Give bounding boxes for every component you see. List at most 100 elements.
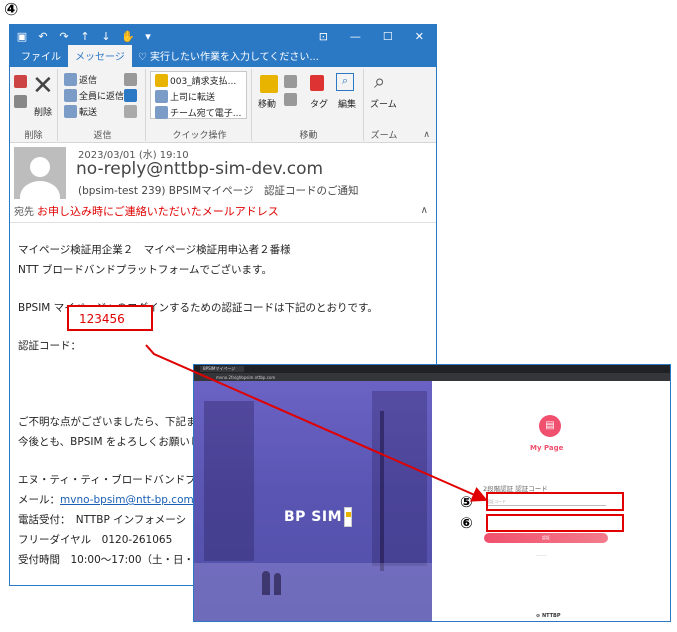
redo-icon[interactable]: ↷: [58, 30, 70, 43]
respond-group: 返信 全員に返信 転送 返信: [60, 69, 146, 141]
junk-icon[interactable]: [14, 95, 27, 108]
to-value: お申し込み時にご連絡いただいたメールアドレス: [37, 205, 279, 218]
down-arrow-icon[interactable]: ↓: [100, 30, 112, 43]
edit-search-icon[interactable]: ⌕: [336, 73, 354, 91]
building-left: [204, 401, 254, 561]
body-line-company-name: エヌ・ティ・ティ・ブロードバンドプ: [18, 474, 196, 486]
zoom-group-label: ズーム: [370, 131, 398, 141]
body-line-regards: 今後とも、BPSIM をよろしくお願いし: [18, 436, 201, 448]
maximize-icon[interactable]: ☐: [383, 30, 393, 43]
reply-all-label: 全員に返信: [79, 92, 125, 102]
reply-label: 返信: [79, 76, 98, 86]
nttbp-logo-text: NTTBP: [541, 613, 561, 619]
mypage-title: My Page: [530, 444, 564, 452]
person-silhouette: [262, 571, 270, 595]
auth-button-highlight: [486, 514, 624, 532]
delete-group: ✕ 削除 削除: [10, 69, 58, 141]
street-lamp: [380, 411, 384, 571]
message-subject: (bpsim-test 239) BPSIMマイページ 認証コードのご通知: [78, 185, 359, 197]
forward-button[interactable]: 転送: [64, 105, 97, 118]
browser-tab[interactable]: BPSIMマイページ: [200, 366, 244, 372]
onenote-icon[interactable]: [284, 93, 297, 106]
tags-flag-icon[interactable]: [310, 75, 324, 91]
marker-six: ⑥: [460, 514, 473, 532]
teams-icon[interactable]: [124, 89, 137, 102]
respond-group-label: 返信: [93, 131, 112, 141]
auth-button[interactable]: 認証: [484, 533, 608, 543]
forward-icon: [64, 105, 77, 118]
message-header: 2023/03/01 (水) 19:10 no-reply@nttbp-sim-…: [10, 143, 436, 223]
ignore-icon[interactable]: [14, 75, 27, 88]
move-group-label: 移動: [299, 131, 318, 141]
body-line-phone: 電話受付： NTTBP インフォメーシ: [18, 514, 187, 526]
ribbon-display-icon[interactable]: ⊡: [319, 30, 328, 43]
customize-qat-icon[interactable]: ▾: [142, 30, 154, 43]
person-silhouette: [274, 573, 281, 595]
mail-link[interactable]: mvno-bpsim@ntt-bp.com: [60, 494, 194, 506]
move-group: 移動 タグ ⌕ 編集 移動: [254, 69, 364, 141]
body-line-inquiry: ご不明な点がございましたら、下記ま: [18, 416, 197, 428]
body-line-hours: 受付時間 10:00～17:00（土・日・祝: [18, 554, 205, 566]
address-bar[interactable]: mvno.2fa/ghbpsim.nttbp.com: [194, 373, 670, 381]
tags-button[interactable]: タグ: [310, 97, 328, 110]
chevron-up-icon[interactable]: ∧: [421, 205, 428, 216]
body-line-company: NTT ブロードバンドプラットフォームでございます。: [18, 264, 272, 276]
body-line-greeting: マイページ検証用企業２ マイページ検証用申込者２番様: [18, 244, 291, 256]
reply-all-button[interactable]: 全員に返信: [64, 89, 124, 102]
step-marker: ④: [4, 0, 19, 20]
auth-code-highlight: 123456: [67, 305, 153, 331]
touch-mode-icon[interactable]: ✋: [121, 30, 135, 43]
hero-image: BP SIM: [194, 381, 432, 621]
marker-five: ⑤: [460, 493, 473, 511]
reply-icon: [64, 73, 77, 86]
sim-card-icon: [344, 507, 353, 527]
delete-group-label: 削除: [24, 131, 43, 141]
zoom-group: ⌕ ズーム ズーム: [366, 69, 402, 141]
tell-me-text: 実行したい作業を入力してください...: [149, 52, 319, 63]
move-button[interactable]: 移動: [258, 97, 276, 110]
bpsim-logo: BP SIM: [284, 507, 353, 527]
save-icon[interactable]: ▣: [16, 30, 28, 43]
street: [194, 563, 432, 621]
mail-label: メール：: [18, 494, 60, 506]
tab-file[interactable]: ファイル: [14, 45, 68, 67]
tab-message[interactable]: メッセージ: [68, 45, 132, 67]
code-input-highlight: [486, 492, 624, 511]
up-arrow-icon[interactable]: ↑: [79, 30, 91, 43]
reply-button[interactable]: 返信: [64, 73, 97, 86]
delete-icon[interactable]: ✕: [32, 71, 54, 101]
meeting-icon[interactable]: [124, 73, 137, 86]
title-bar: ▣ ↶ ↷ ↑ ↓ ✋ ▾ ⊡ — ☐ ✕: [10, 25, 436, 47]
nttbp-logo: ⊙ NTTBP: [536, 613, 561, 619]
reply-all-icon: [64, 89, 77, 102]
resend-link[interactable]: ———: [536, 553, 547, 557]
document-icon: ▤: [539, 415, 561, 437]
undo-icon[interactable]: ↶: [37, 30, 49, 43]
bpsim-logo-text: BP SIM: [284, 509, 343, 525]
collapse-ribbon-icon[interactable]: ∧: [423, 130, 430, 140]
tell-me-box[interactable]: ♡ 実行したい作業を入力してください...: [132, 45, 325, 67]
browser-tab-strip: BPSIMマイページ: [194, 365, 670, 373]
move-folder-icon[interactable]: [260, 75, 278, 93]
delete-button[interactable]: 削除: [34, 105, 52, 118]
code-label: 認証コード：: [18, 340, 81, 352]
lightbulb-icon: ♡: [137, 52, 150, 63]
quick-steps-group-label: クイック操作: [172, 131, 227, 141]
sender-address[interactable]: no-reply@nttbp-sim-dev.com: [76, 159, 323, 179]
ribbon: ✕ 削除 削除 返信 全員に返信 転送 返信 003_請求支払... 上司に転送…: [10, 67, 436, 143]
zoom-icon[interactable]: ⌕: [374, 69, 385, 93]
quick-steps-group: クイック操作: [148, 69, 252, 141]
more-respond-icon[interactable]: [124, 105, 137, 118]
close-icon[interactable]: ✕: [415, 30, 424, 43]
ribbon-tabs: ファイル メッセージ ♡ 実行したい作業を入力してください...: [10, 45, 436, 67]
zoom-button[interactable]: ズーム: [370, 97, 397, 110]
rules-icon[interactable]: [284, 75, 297, 88]
person-icon: [20, 157, 60, 199]
edit-button[interactable]: 編集: [338, 97, 356, 110]
to-label: 宛先: [14, 207, 34, 218]
body-line-mail: メール：mvno-bpsim@ntt-bp.com: [18, 492, 194, 507]
body-line-freedial: フリーダイヤル 0120-261065: [18, 534, 173, 546]
minimize-icon[interactable]: —: [350, 30, 361, 43]
forward-label: 転送: [79, 108, 98, 118]
avatar: [14, 147, 66, 199]
